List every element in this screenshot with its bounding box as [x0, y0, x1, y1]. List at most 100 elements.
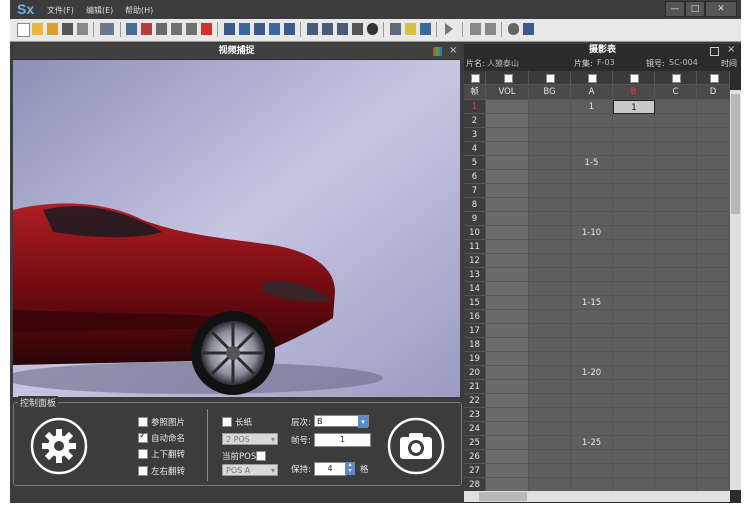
sheet-cell-c[interactable]	[655, 128, 697, 142]
adjust-icon[interactable]	[485, 23, 496, 35]
layer-a-cell[interactable]	[571, 170, 613, 184]
layer-b-cell[interactable]	[613, 408, 655, 422]
sheet-cell-vol[interactable]	[486, 464, 529, 478]
sheet-cell-bg[interactable]	[529, 422, 571, 436]
sheet-cell-c[interactable]	[655, 352, 697, 366]
frame-input[interactable]: 1	[314, 433, 371, 447]
sheet-cell-bg[interactable]	[529, 338, 571, 352]
sheet-cell-c[interactable]	[655, 198, 697, 212]
menu-file[interactable]: 文件(F)	[47, 5, 74, 16]
sheet-cell-bg[interactable]	[529, 436, 571, 450]
new-file-icon[interactable]	[17, 23, 30, 37]
sheet-cell-c[interactable]	[655, 436, 697, 450]
layer-b-cell[interactable]	[613, 352, 655, 366]
layer-b-cell[interactable]	[613, 254, 655, 268]
play-icon[interactable]	[445, 23, 453, 35]
column-d-checkbox[interactable]	[709, 74, 719, 83]
column-bg-checkbox[interactable]	[546, 74, 555, 83]
layer-b-cell[interactable]	[613, 240, 655, 254]
insert-icon[interactable]	[307, 23, 318, 35]
layer-b-cell[interactable]	[613, 128, 655, 142]
column-header-frame[interactable]: 帧	[464, 85, 486, 100]
sheet-cell-d[interactable]	[697, 366, 730, 380]
sheet-cell-vol[interactable]	[486, 324, 529, 338]
sheet-cell-vol[interactable]	[486, 380, 529, 394]
open-recent-icon[interactable]	[47, 23, 58, 35]
sheet-cell-bg[interactable]	[529, 170, 571, 184]
sheet-cell-vol[interactable]	[486, 240, 529, 254]
sheet-cell-c[interactable]	[655, 422, 697, 436]
column-header-a[interactable]: A	[571, 85, 613, 100]
sheet-cell-d[interactable]	[697, 198, 730, 212]
sheet-cell-bg[interactable]	[529, 198, 571, 212]
layer-b-cell[interactable]	[613, 422, 655, 436]
save-icon[interactable]	[62, 23, 73, 35]
sheet-cell-c[interactable]	[655, 114, 697, 128]
sheet-cell-c[interactable]	[655, 478, 697, 491]
layer-a-cell[interactable]	[571, 324, 613, 338]
horizontal-scrollbar[interactable]	[464, 491, 730, 502]
layer-a-cell[interactable]: 1-20	[571, 366, 613, 380]
sheet-cell-bg[interactable]	[529, 142, 571, 156]
sheet-cell-d[interactable]	[697, 128, 730, 142]
layer-b-cell[interactable]	[613, 478, 655, 491]
layer-a-cell[interactable]	[571, 478, 613, 491]
sheet-cell-d[interactable]	[697, 100, 730, 114]
layer-a-cell[interactable]	[571, 394, 613, 408]
preview-icon[interactable]	[420, 23, 431, 35]
sheet-cell-vol[interactable]	[486, 142, 529, 156]
layer-a-cell[interactable]: 1-25	[571, 436, 613, 450]
sheet-cell-vol[interactable]	[486, 338, 529, 352]
close-button[interactable]: ✕	[705, 1, 737, 17]
sheet-cell-c[interactable]	[655, 268, 697, 282]
sheet-cell-bg[interactable]	[529, 408, 571, 422]
layer-a-cell[interactable]: 1	[571, 100, 613, 114]
sheet-cell-vol[interactable]	[486, 114, 529, 128]
layer-b-cell[interactable]	[613, 156, 655, 170]
layer-a-cell[interactable]	[571, 142, 613, 156]
record-icon[interactable]	[367, 23, 378, 35]
sheet-cell-d[interactable]	[697, 408, 730, 422]
sheet-cell-c[interactable]	[655, 184, 697, 198]
menu-help[interactable]: 帮助(H)	[125, 5, 153, 16]
pos-a-select[interactable]: POS A ▾	[222, 464, 278, 476]
sheet-cell-vol[interactable]	[486, 478, 529, 491]
current-pos-checkbox[interactable]	[256, 451, 266, 461]
sheet-cell-c[interactable]	[655, 450, 697, 464]
reference-image-checkbox[interactable]	[138, 417, 148, 427]
layer-a-cell[interactable]	[571, 464, 613, 478]
sheet-cell-d[interactable]	[697, 240, 730, 254]
sheet-cell-c[interactable]	[655, 156, 697, 170]
layer-a-cell[interactable]: 1-15	[571, 296, 613, 310]
sheet-cell-vol[interactable]	[486, 226, 529, 240]
video-close-icon[interactable]: ×	[449, 45, 457, 56]
layer-a-cell[interactable]	[571, 338, 613, 352]
sheet-cell-vol[interactable]	[486, 282, 529, 296]
pos-count-select[interactable]: 2 POS ▾	[222, 433, 278, 445]
color-bars-icon[interactable]	[433, 47, 442, 56]
sheet-cell-bg[interactable]	[529, 254, 571, 268]
sheet-cell-vol[interactable]	[486, 394, 529, 408]
capture-icon[interactable]	[100, 23, 114, 35]
sheet-cell-bg[interactable]	[529, 380, 571, 394]
layer-b-cell[interactable]	[613, 338, 655, 352]
undo-icon[interactable]	[171, 23, 182, 35]
layer-b-cell[interactable]	[613, 324, 655, 338]
sheet-cell-d[interactable]	[697, 212, 730, 226]
sheet-cell-c[interactable]	[655, 100, 697, 114]
sheet-cell-d[interactable]	[697, 394, 730, 408]
sheet-cell-bg[interactable]	[529, 100, 571, 114]
sheet-cell-d[interactable]	[697, 436, 730, 450]
sheet-cell-d[interactable]	[697, 254, 730, 268]
layer-b-cell[interactable]	[613, 380, 655, 394]
column-header-bg[interactable]: BG	[529, 85, 571, 100]
tool-icon-5[interactable]	[284, 23, 295, 35]
column-header-vol[interactable]: VOL	[486, 85, 529, 100]
layer-b-cell[interactable]	[613, 310, 655, 324]
sheet-cell-vol[interactable]	[486, 310, 529, 324]
float-pane-icon[interactable]	[710, 47, 719, 56]
sheet-cell-vol[interactable]	[486, 156, 529, 170]
layer-a-cell[interactable]: 1-5	[571, 156, 613, 170]
layer-a-cell[interactable]	[571, 408, 613, 422]
maximize-button[interactable]: □	[685, 1, 705, 17]
